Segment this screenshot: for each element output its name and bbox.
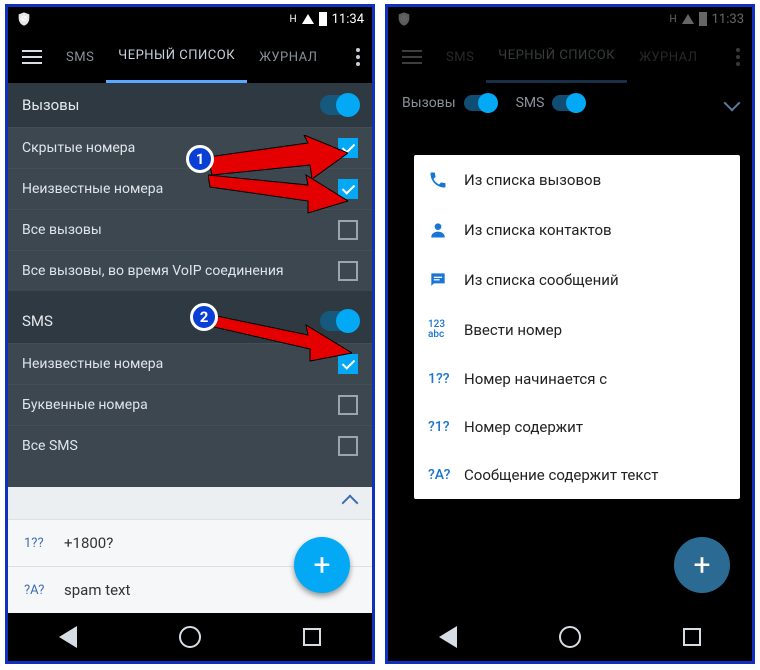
menu-label: Из списка контактов: [464, 221, 612, 239]
annotation-arrow: [208, 165, 348, 225]
filter-calls-label: Вызовы: [402, 95, 456, 111]
nav-bar: [8, 613, 372, 661]
entry-text: spam text: [64, 581, 130, 599]
tab-blacklist[interactable]: ЧЕРНЫЙ СПИСОК: [106, 31, 247, 83]
menu-starts-with[interactable]: 1?? Номер начинается с: [414, 355, 740, 403]
row-sms-letter[interactable]: Буквенные номера: [8, 384, 372, 425]
menu-label: Номер начинается с: [464, 370, 607, 388]
pattern-icon: ?1?: [428, 419, 464, 435]
add-fab[interactable]: +: [294, 537, 350, 593]
entry-text: +1800?: [64, 534, 113, 552]
home-icon[interactable]: [559, 626, 581, 648]
menu-from-contacts[interactable]: Из списка контактов: [414, 205, 740, 255]
annotation-arrow: [212, 303, 352, 368]
keypad-icon: 123 abc: [428, 320, 464, 340]
phone-left: H 11:34 SMS ЧЕРНЫЙ СПИСОК ЖУРНАЛ Вызовы …: [5, 4, 375, 664]
row-label: Неизвестные номера: [22, 181, 163, 197]
message-icon: [428, 270, 464, 290]
home-icon[interactable]: [179, 626, 201, 648]
recent-icon[interactable]: [683, 628, 701, 646]
checkbox[interactable]: [338, 261, 358, 281]
menu-label: Номер содержит: [464, 418, 583, 436]
divider: [8, 291, 372, 299]
status-bar: H 11:34: [8, 7, 372, 31]
signal-icon: [302, 14, 314, 24]
back-icon[interactable]: [59, 626, 77, 648]
pattern-icon: ?A?: [428, 467, 464, 483]
checkbox[interactable]: [338, 436, 358, 456]
network-indicator: H: [289, 14, 296, 25]
filter-header: Вызовы SMS: [388, 95, 752, 111]
tab-log[interactable]: ЖУРНАЛ: [247, 31, 329, 83]
chevron-down-icon[interactable]: [724, 95, 741, 112]
person-icon: [428, 220, 464, 240]
phone-icon: [428, 170, 464, 190]
pattern-icon: 1??: [428, 371, 464, 387]
sms-toggle[interactable]: [552, 95, 584, 111]
row-label: Все вызовы: [22, 222, 102, 238]
row-label: Все SMS: [22, 438, 78, 454]
filter-sms-label: SMS: [516, 95, 545, 111]
menu-from-calls[interactable]: Из списка вызовов: [414, 155, 740, 205]
menu-from-messages[interactable]: Из списка сообщений: [414, 255, 740, 305]
tab-sms[interactable]: SMS: [54, 31, 106, 83]
tabs: SMS ЧЕРНЫЙ СПИСОК ЖУРНАЛ: [54, 31, 344, 83]
menu-label: Ввести номер: [464, 321, 562, 339]
entry-icon: ?A?: [24, 583, 64, 598]
row-all-calls-voip[interactable]: Все вызовы, во время VoIP соединения: [8, 250, 372, 291]
shield-icon: [16, 11, 32, 27]
phone-right: H 11:33 SMS ЧЕРНЫЙ СПИСОК ЖУРНАЛ Вызовы …: [385, 4, 755, 664]
menu-icon[interactable]: [8, 50, 54, 64]
entry-icon: 1??: [24, 536, 64, 551]
clock: 11:34: [332, 12, 364, 27]
back-icon[interactable]: [439, 626, 457, 648]
menu-text-contains[interactable]: ?A? Сообщение содержит текст: [414, 451, 740, 499]
app-bar: SMS ЧЕРНЫЙ СПИСОК ЖУРНАЛ: [8, 31, 372, 83]
row-label: Буквенные номера: [22, 397, 148, 413]
expand-bar[interactable]: [8, 487, 372, 519]
annotation-badge-1: 1: [186, 145, 214, 173]
checkbox[interactable]: [338, 395, 358, 415]
calls-toggle[interactable]: [464, 95, 496, 111]
section-sms-label: SMS: [22, 312, 53, 330]
menu-contains[interactable]: ?1? Номер содержит: [414, 403, 740, 451]
menu-label: Сообщение содержит текст: [464, 466, 658, 484]
section-calls: Вызовы: [8, 83, 372, 127]
add-menu: Из списка вызовов Из списка контактов Из…: [414, 155, 740, 499]
row-label: Все вызовы, во время VoIP соединения: [22, 263, 284, 279]
battery-icon: [319, 12, 327, 26]
row-sms-all[interactable]: Все SMS: [8, 425, 372, 466]
menu-label: Из списка вызовов: [464, 171, 601, 189]
recent-icon[interactable]: [303, 628, 321, 646]
calls-toggle[interactable]: [320, 95, 358, 115]
nav-bar: [388, 613, 752, 661]
menu-label: Из списка сообщений: [464, 271, 619, 289]
chevron-up-icon: [342, 495, 359, 512]
overflow-icon[interactable]: [344, 48, 372, 66]
row-label: Скрытые номера: [22, 140, 135, 156]
section-calls-label: Вызовы: [22, 96, 79, 114]
row-label: Неизвестные номера: [22, 356, 163, 372]
menu-enter-number[interactable]: 123 abc Ввести номер: [414, 305, 740, 355]
add-fab[interactable]: +: [674, 537, 730, 593]
annotation-badge-2: 2: [190, 303, 218, 331]
